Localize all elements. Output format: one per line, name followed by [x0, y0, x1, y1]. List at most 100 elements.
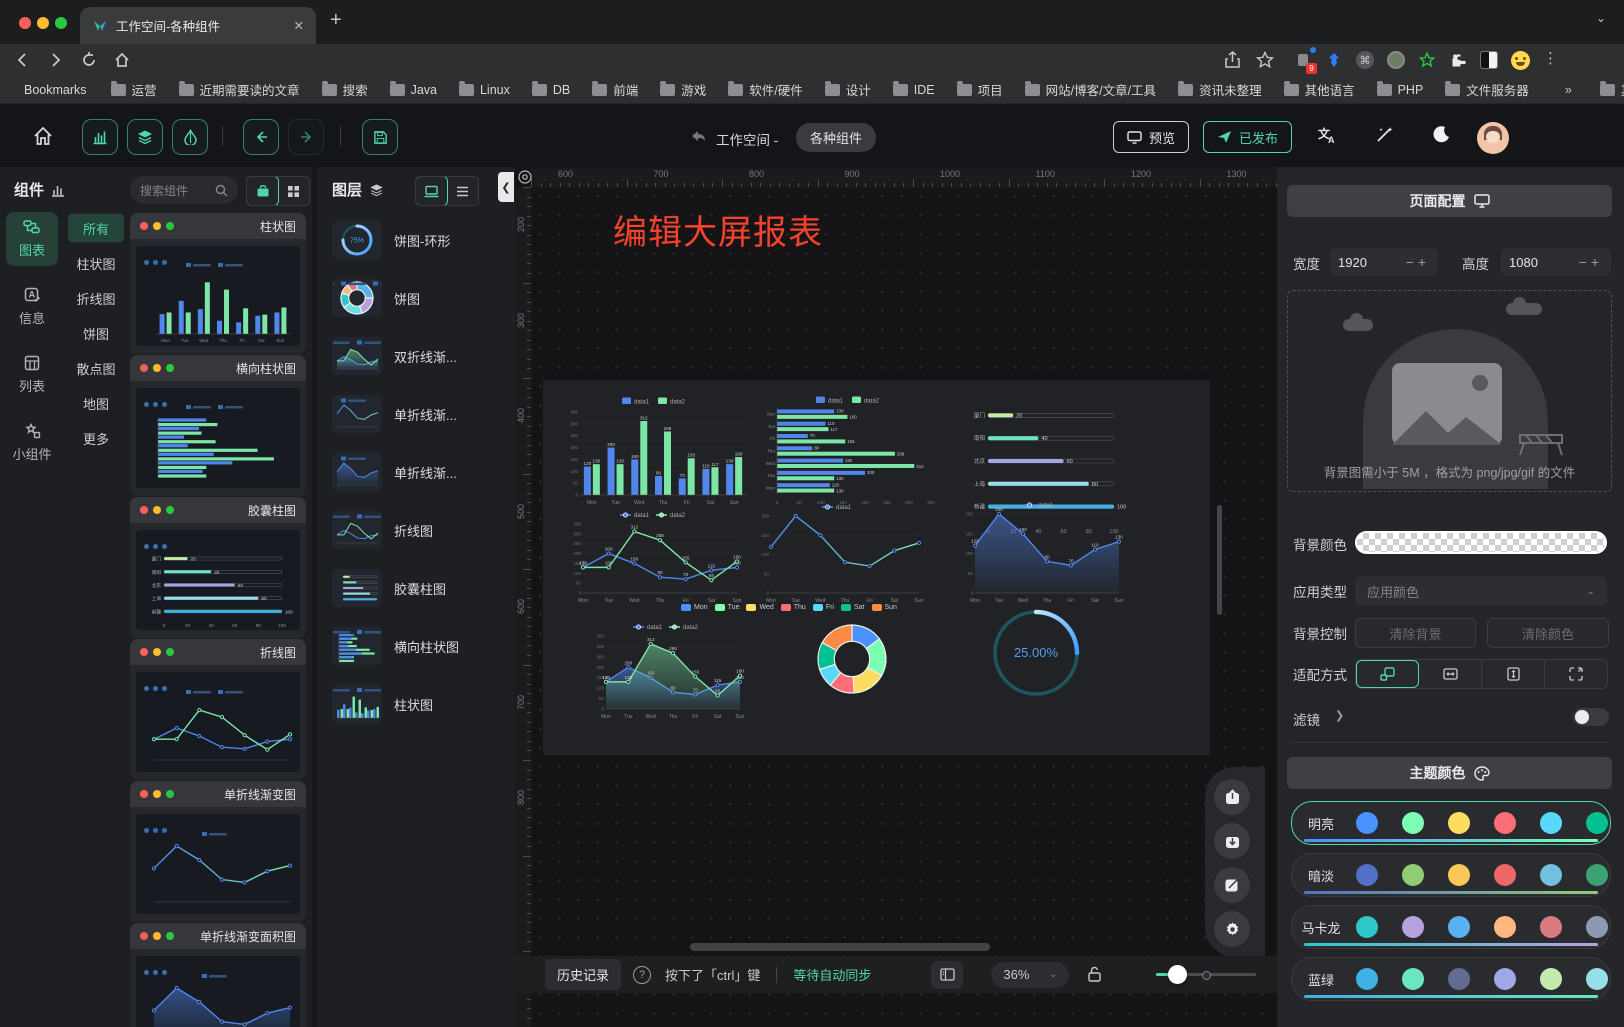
extension-contrast-icon[interactable]: [1478, 49, 1500, 71]
window-zoom-button[interactable]: [55, 17, 67, 29]
category-item[interactable]: 折线图: [68, 284, 124, 312]
extension-command-icon[interactable]: ⌘: [1354, 49, 1376, 71]
app-home-icon[interactable]: [32, 125, 54, 147]
fit-scale-option[interactable]: [1356, 660, 1419, 688]
bookmark-item[interactable]: DB: [532, 83, 570, 97]
bookmark-item[interactable]: Java: [390, 83, 437, 97]
report-title-text[interactable]: 编辑大屏报表: [613, 205, 823, 254]
layer-item[interactable]: 折线图: [332, 507, 502, 553]
bookmarks-overflow-icon[interactable]: »: [1565, 83, 1572, 97]
user-avatar[interactable]: [1477, 122, 1509, 154]
dock-toggle-button[interactable]: [931, 961, 963, 989]
layer-item[interactable]: 单折线渐...: [332, 391, 502, 437]
redo-button[interactable]: [288, 119, 324, 155]
fit-width-option[interactable]: [1419, 660, 1482, 688]
other-bookmarks[interactable]: 其他书签: [1600, 80, 1624, 99]
category-item[interactable]: 饼图: [68, 319, 124, 347]
component-card[interactable]: 横向柱状图: [130, 355, 306, 496]
tab-search-chevron-icon[interactable]: ⌄: [1596, 11, 1606, 25]
filter-expand-icon[interactable]: ❯: [1335, 709, 1344, 722]
extension-star-icon[interactable]: [1416, 49, 1438, 71]
report-stage[interactable]: 050100150200250300350120130Mon200130Tue1…: [543, 380, 1210, 755]
edit-button[interactable]: [1214, 867, 1250, 903]
bookmark-item[interactable]: 资讯未整理: [1178, 80, 1262, 99]
zoom-slider-handle[interactable]: [1168, 965, 1187, 984]
theme-row-2[interactable]: 暗淡: [1291, 853, 1611, 897]
theme-row-3[interactable]: 马卡龙: [1291, 905, 1611, 949]
home-icon[interactable]: [113, 51, 131, 69]
horizontal-bar-chart[interactable]: Sun130160Sat110117Fri70155Thu80268Wed150…: [755, 394, 945, 506]
window-minimize-button[interactable]: [37, 17, 49, 29]
language-icon[interactable]: 文A: [1318, 126, 1338, 145]
progress-ring-chart[interactable]: 25.00%: [991, 608, 1081, 698]
bookmark-item[interactable]: PHP: [1377, 83, 1424, 97]
share-icon[interactable]: [1224, 51, 1241, 69]
width-input[interactable]: 1920−+: [1330, 248, 1438, 276]
bookmark-item[interactable]: 前端: [592, 80, 638, 99]
sidebar-item-list[interactable]: 列表: [6, 348, 58, 402]
export-button[interactable]: [1214, 779, 1250, 815]
zoom-select[interactable]: 36%⌄: [991, 962, 1069, 988]
browser-menu-icon[interactable]: ⋮: [1543, 49, 1558, 67]
bookmark-item[interactable]: Linux: [459, 83, 510, 97]
history-button[interactable]: 历史记录: [545, 959, 621, 990]
sidebar-item-charts[interactable]: 图表: [6, 212, 58, 266]
component-card[interactable]: 折线图: [130, 639, 306, 780]
fit-height-option[interactable]: [1482, 660, 1545, 688]
zoom-slider[interactable]: [1156, 973, 1256, 976]
grid-view-toggle[interactable]: [278, 177, 309, 205]
import-button[interactable]: [1214, 823, 1250, 859]
layer-item[interactable]: 单折线渐...: [332, 449, 502, 495]
collapse-layers-button[interactable]: ❮: [498, 172, 514, 202]
component-card[interactable]: 单折线渐变图: [130, 781, 306, 922]
fit-stretch-option[interactable]: [1545, 660, 1607, 688]
layers-panel-button[interactable]: [127, 119, 163, 155]
dark-mode-moon-icon[interactable]: [1432, 125, 1451, 144]
publish-button[interactable]: 已发布: [1203, 121, 1292, 153]
bookmarks-label[interactable]: Bookmarks: [24, 83, 87, 97]
sidebar-item-widgets[interactable]: 小组件: [6, 416, 58, 470]
back-icon[interactable]: [14, 51, 32, 69]
ruler-eye-icon[interactable]: [518, 170, 532, 184]
category-item[interactable]: 柱状图: [68, 249, 124, 277]
single-line-area-chart[interactable]: 0501001502001202001508070110130MonTueWed…: [957, 498, 1125, 604]
background-upload-dropzone[interactable]: 背景图需小于 5M ，格式为 png/jpg/gif 的文件: [1287, 290, 1612, 492]
category-item[interactable]: 更多: [68, 424, 124, 452]
help-icon[interactable]: ?: [633, 966, 651, 984]
theme-color-header[interactable]: 主题颜色: [1287, 757, 1612, 789]
layer-item[interactable]: 胶囊柱图: [332, 565, 502, 611]
sidebar-item-info[interactable]: A信息: [6, 280, 58, 334]
bar-chart[interactable]: 050100150200250300350120130Mon200130Tue1…: [560, 394, 752, 506]
project-name-pill[interactable]: 各种组件: [796, 123, 876, 152]
clear-color-button[interactable]: 清除颜色: [1487, 618, 1609, 648]
extension-badged-icon[interactable]: 9: [1292, 49, 1314, 71]
layer-item[interactable]: 柱状图: [332, 681, 502, 727]
bookmark-item[interactable]: 软件/硬件: [728, 80, 802, 99]
theme-row-4[interactable]: 蓝绿: [1291, 957, 1611, 1001]
bookmark-item[interactable]: 文件服务器: [1445, 80, 1529, 99]
detail-panel-button[interactable]: [172, 119, 208, 155]
height-input[interactable]: 1080−+: [1501, 248, 1611, 276]
component-card[interactable]: 柱状图MonTueWedThuFriSatSun: [130, 213, 306, 354]
apply-type-select[interactable]: 应用颜色⌄: [1355, 576, 1607, 606]
layer-item[interactable]: 饼图: [332, 275, 502, 321]
bookmark-item[interactable]: 其他语言: [1284, 80, 1355, 99]
magic-wand-icon[interactable]: [1375, 125, 1394, 144]
components-panel-button[interactable]: [82, 119, 118, 155]
settings-button[interactable]: [1214, 911, 1250, 947]
bookmark-item[interactable]: 运营: [111, 80, 157, 99]
single-line-gradient-chart[interactable]: 050100150200MonTueWedThuFriSatSundata1: [753, 500, 925, 604]
bookmark-item[interactable]: 网站/博客/文章/工具: [1025, 80, 1156, 99]
tab-close-icon[interactable]: ✕: [294, 18, 304, 33]
list-view-toggle[interactable]: [447, 177, 478, 205]
forward-icon[interactable]: [46, 51, 64, 69]
layer-item[interactable]: 75%饼图-环形: [332, 217, 502, 263]
bg-color-swatch[interactable]: [1355, 531, 1607, 554]
pie-donut-chart[interactable]: [816, 623, 888, 695]
bookmark-item[interactable]: 近期需要读的文章: [179, 80, 300, 99]
dual-line-area-chart[interactable]: 0501001502002503003501302001508070115130…: [588, 620, 746, 720]
layer-item[interactable]: 双折线渐...: [332, 333, 502, 379]
clear-background-button[interactable]: 清除背景: [1355, 618, 1476, 648]
bookmark-item[interactable]: 项目: [957, 80, 1003, 99]
page-config-header[interactable]: 页面配置: [1287, 185, 1612, 217]
